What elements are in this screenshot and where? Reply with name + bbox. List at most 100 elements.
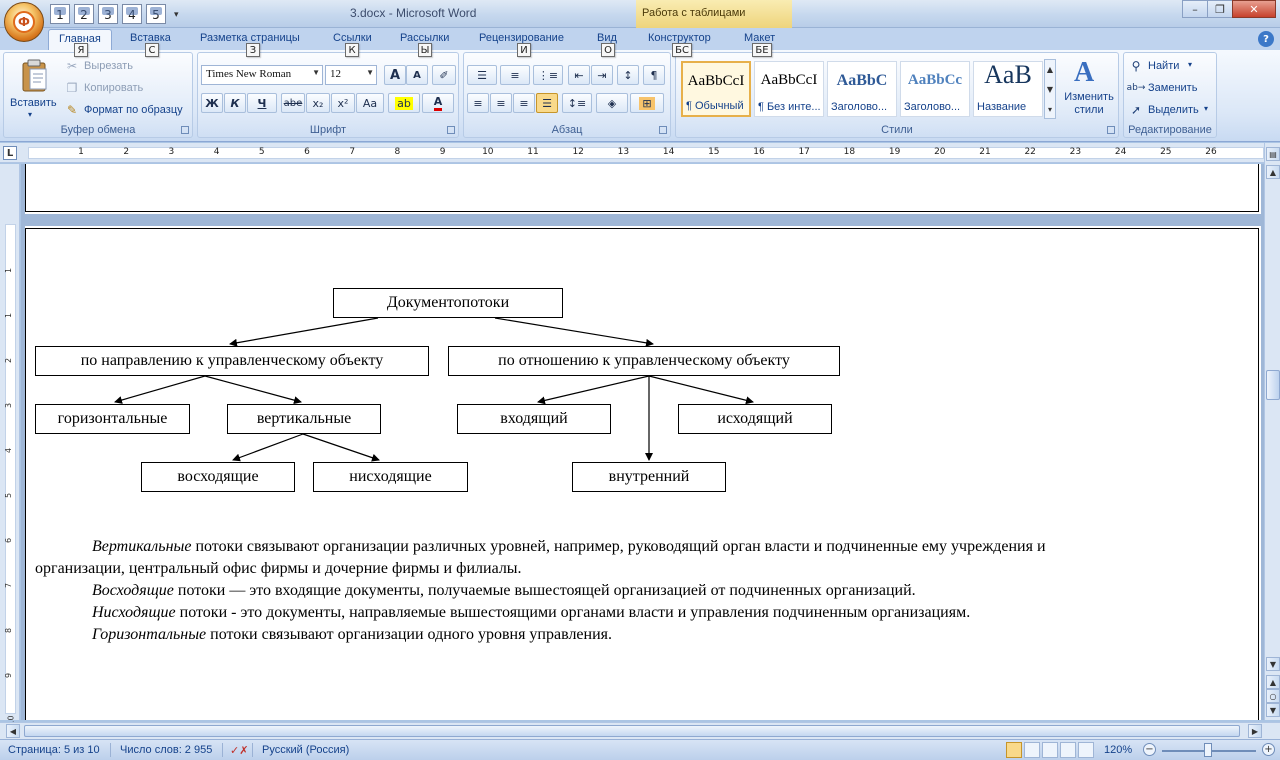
term-vertical: Вертикальные — [92, 538, 192, 555]
tab-selector[interactable]: L — [3, 146, 17, 160]
style-title[interactable]: AaB Название — [973, 60, 1043, 117]
print-layout-view-icon[interactable] — [1006, 742, 1022, 758]
clipboard-dialog-launcher[interactable] — [181, 126, 189, 134]
proofing-icon[interactable]: ✓✗ — [230, 744, 248, 757]
ruler-number: 14 — [662, 147, 675, 157]
draft-view-icon[interactable] — [1078, 742, 1094, 758]
keytip-mailings: Ы — [418, 43, 432, 57]
increase-indent-button[interactable]: ⇥ — [591, 65, 613, 85]
web-layout-view-icon[interactable] — [1042, 742, 1058, 758]
find-button[interactable]: Найти — [1148, 60, 1179, 72]
multilevel-list-button[interactable]: ⋮≡ — [533, 65, 563, 85]
qat-save-button[interactable]: 1 — [50, 4, 70, 24]
shading-button[interactable]: ◈ — [596, 93, 628, 113]
font-name-combo[interactable]: Times New Roman ▼ — [201, 65, 323, 85]
zoom-in-button[interactable]: + — [1262, 743, 1275, 756]
close-button[interactable]: ✕ — [1232, 0, 1276, 18]
styles-gallery-scroll[interactable]: ▲ ▼ ▾ — [1044, 59, 1056, 119]
zoom-level[interactable]: 120% — [1104, 744, 1132, 756]
sort-button[interactable]: ↕ — [617, 65, 639, 85]
vertical-scroll-thumb[interactable] — [1266, 370, 1280, 400]
qat-print-button[interactable]: 4 — [122, 4, 142, 24]
font-color-button[interactable]: A — [422, 93, 454, 113]
editing-group: ⚲ Найти ▾ ab→ Заменить ➚ Выделить ▾ Реда… — [1123, 52, 1217, 138]
style-no-spacing[interactable]: AaBbCcI ¶ Без инте... — [754, 61, 824, 117]
bullets-button[interactable]: ☰ — [467, 65, 497, 85]
vertical-ruler[interactable]: 11234567891011 — [0, 164, 20, 726]
qat-customize-icon[interactable]: ▾ — [174, 9, 179, 20]
change-styles-button[interactable]: A Изменить стили — [1060, 57, 1116, 121]
underline-button[interactable]: Ч — [247, 93, 277, 113]
highlight-button[interactable]: ab — [388, 93, 420, 113]
word-count[interactable]: Число слов: 2 955 — [120, 744, 212, 756]
font-size-combo[interactable]: 12 ▼ — [325, 65, 377, 85]
clear-formatting-button[interactable]: ✐ — [432, 65, 456, 85]
borders-button[interactable]: ⊞ — [630, 93, 664, 113]
subscript-button[interactable]: x₂ — [306, 93, 330, 113]
cut-button[interactable]: Вырезать — [84, 60, 133, 72]
paragraph-dialog-launcher[interactable] — [659, 126, 667, 134]
zoom-slider-thumb[interactable] — [1204, 743, 1212, 757]
numbering-button[interactable]: ≡ — [500, 65, 530, 85]
justify-button[interactable]: ☰ — [536, 93, 558, 113]
language-indicator[interactable]: Русский (Россия) — [262, 744, 349, 756]
ruler-number: 4 — [4, 447, 14, 454]
ruler-number: 9 — [4, 672, 14, 679]
restore-button[interactable]: ❐ — [1207, 0, 1233, 18]
diagram-outgoing-box: исходящий — [678, 404, 832, 434]
format-painter-button[interactable]: Формат по образцу — [84, 104, 183, 116]
select-dropdown-icon[interactable]: ▾ — [1204, 104, 1208, 113]
style-heading-1[interactable]: AaBbC Заголово... — [827, 61, 897, 117]
page-count[interactable]: Страница: 5 из 10 — [8, 744, 100, 756]
ruler-toggle-icon[interactable]: ▤ — [1266, 147, 1280, 161]
scroll-left-button[interactable]: ◀ — [6, 724, 20, 738]
scroll-right-button[interactable]: ▶ — [1248, 724, 1262, 738]
style-heading-2[interactable]: AaBbCc Заголово... — [900, 61, 970, 117]
paragraph-ascending-text: потоки — это входящие документы, получае… — [173, 582, 916, 599]
bold-button[interactable]: Ж — [201, 93, 223, 113]
full-screen-reading-view-icon[interactable] — [1024, 742, 1040, 758]
styles-dialog-launcher[interactable] — [1107, 126, 1115, 134]
scroll-down-button[interactable]: ▼ — [1266, 657, 1280, 671]
outline-view-icon[interactable] — [1060, 742, 1076, 758]
document-page[interactable]: Документопотоки по направлению к управле… — [25, 226, 1261, 720]
qat-undo-button[interactable]: 2 — [74, 4, 94, 24]
align-left-button[interactable]: ≡ — [467, 93, 489, 113]
superscript-button[interactable]: x² — [331, 93, 355, 113]
help-icon[interactable]: ? — [1258, 31, 1274, 47]
qat-preview-button[interactable]: 5 — [146, 4, 166, 24]
strikethrough-button[interactable]: abe — [281, 93, 305, 113]
decrease-indent-button[interactable]: ⇤ — [568, 65, 590, 85]
next-page-button[interactable]: ▼ — [1266, 703, 1280, 717]
vertical-scrollbar[interactable]: ▤ ▲ ▼ ▲ ○ ▼ — [1264, 143, 1280, 720]
style-normal[interactable]: AaBbCcI ¶ Обычный — [681, 61, 751, 117]
find-dropdown-icon[interactable]: ▾ — [1188, 60, 1192, 69]
align-right-button[interactable]: ≡ — [513, 93, 535, 113]
grow-font-button[interactable]: A — [384, 65, 406, 85]
status-bar: Страница: 5 из 10 Число слов: 2 955 ✓✗ Р… — [0, 739, 1280, 760]
paste-button[interactable]: Вставить ▾ — [8, 57, 58, 119]
horizontal-scroll-thumb[interactable] — [24, 725, 1240, 737]
document-area[interactable]: Документопотоки по направлению к управле… — [21, 164, 1264, 720]
minimize-button[interactable]: – — [1182, 0, 1208, 18]
copy-button[interactable]: Копировать — [84, 82, 143, 94]
zoom-out-button[interactable]: − — [1143, 743, 1156, 756]
line-spacing-button[interactable]: ↕≡ — [562, 93, 592, 113]
italic-button[interactable]: К — [224, 93, 246, 113]
previous-page-button[interactable]: ▲ — [1266, 675, 1280, 689]
browse-object-button[interactable]: ○ — [1266, 689, 1280, 703]
font-dialog-launcher[interactable] — [447, 126, 455, 134]
qat-redo-button[interactable]: 3 — [98, 4, 118, 24]
select-button[interactable]: Выделить — [1148, 104, 1199, 116]
horizontal-scrollbar[interactable]: ◀ ▶ — [0, 722, 1280, 739]
office-button[interactable]: Ф — [4, 2, 44, 42]
show-marks-button[interactable]: ¶ — [643, 65, 665, 85]
clear-formatting-icon: ✐ — [439, 68, 449, 82]
align-center-button[interactable]: ≡ — [490, 93, 512, 113]
ruler-number: 2 — [123, 147, 130, 157]
scroll-up-button[interactable]: ▲ — [1266, 165, 1280, 179]
replace-button[interactable]: Заменить — [1148, 82, 1197, 94]
horizontal-ruler[interactable]: L 1 2 3 4 5 6 7 8 9 10 11 12 13 14 15 16 17 18 19 20 21 22 23 2… — [0, 143, 1280, 163]
change-case-button[interactable]: Aa — [356, 93, 384, 113]
shrink-font-button[interactable]: A — [406, 65, 428, 85]
